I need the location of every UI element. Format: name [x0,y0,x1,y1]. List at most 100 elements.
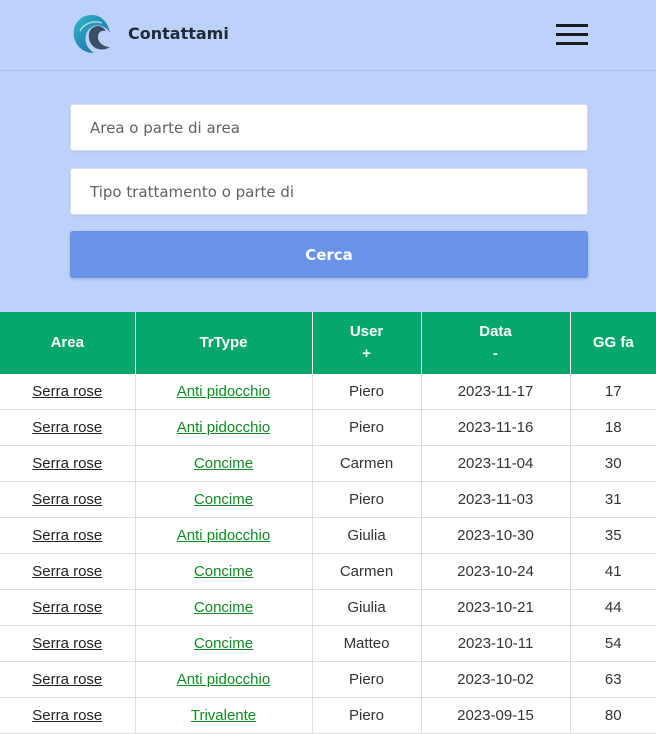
wave-logo-icon[interactable] [70,13,114,55]
cell-days-ago: 17 [570,374,656,410]
cell-days-ago: 30 [570,445,656,482]
cell-user: Carmen [312,553,422,590]
cell-area: Serra rose [0,625,136,662]
area-link[interactable]: Serra rose [32,671,102,688]
area-link[interactable]: Serra rose [32,599,102,616]
table-row: Serra rose Concime Matteo 2023-10-11 54 [0,625,656,662]
cell-area: Serra rose [0,374,136,410]
hamburger-menu-icon[interactable] [556,24,588,46]
cell-date: 2023-11-03 [421,481,571,518]
cell-area: Serra rose [0,409,136,446]
area-link[interactable]: Serra rose [32,383,102,400]
trtype-link[interactable]: Anti pidocchio [177,419,270,436]
cell-days-ago: 41 [570,553,656,590]
table-body: Serra rose Anti pidocchio Piero 2023-11-17 1… [0,374,656,734]
table-row: Serra rose Anti pidocchio Piero 2023-10-02 6… [0,661,656,698]
cell-date: 2023-11-04 [421,445,571,482]
area-link[interactable]: Serra rose [32,527,102,544]
cell-trtype: Concime [135,481,313,518]
cell-area: Serra rose [0,517,136,554]
column-header-ggfa[interactable]: GG fa [570,312,656,374]
treatments-table: Area TrType User + Data - GG fa Serra ro… [0,312,656,734]
table-row: Serra rose Anti pidocchio Piero 2023-11-17 1… [0,374,656,410]
cell-date: 2023-10-21 [421,589,571,626]
cell-days-ago: 80 [570,697,656,734]
cell-trtype: Concime [135,625,313,662]
cell-area: Serra rose [0,661,136,698]
table-row: Serra rose Anti pidocchio Piero 2023-11-16 1… [0,409,656,446]
brand-link[interactable]: Contattami [128,24,229,43]
cell-trtype: Trivalente [135,697,313,734]
column-header-trtype[interactable]: TrType [135,312,313,374]
trtype-link[interactable]: Anti pidocchio [177,383,270,400]
table-row: Serra rose Concime Carmen 2023-11-04 30 [0,445,656,482]
sort-indicator-user: + [362,345,371,362]
search-button[interactable]: Cerca [70,231,588,278]
cell-user: Piero [312,481,422,518]
cell-date: 2023-10-30 [421,517,571,554]
cell-days-ago: 63 [570,661,656,698]
trtype-link[interactable]: Trivalente [191,707,256,724]
area-link[interactable]: Serra rose [32,707,102,724]
hamburger-bar [556,42,588,45]
trtype-link[interactable]: Concime [194,563,253,580]
cell-trtype: Concime [135,589,313,626]
cell-area: Serra rose [0,589,136,626]
column-header-data-label: Data [479,323,512,340]
area-link[interactable]: Serra rose [32,635,102,652]
area-link[interactable]: Serra rose [32,455,102,472]
cell-date: 2023-10-11 [421,625,571,662]
sort-indicator-data: - [493,345,498,362]
area-link[interactable]: Serra rose [32,419,102,436]
cell-area: Serra rose [0,481,136,518]
column-header-user-label: User [349,323,384,340]
cell-user: Piero [312,697,422,734]
table-header-row: Area TrType User + Data - GG fa [0,312,656,374]
trtype-link[interactable]: Concime [194,599,253,616]
table-row: Serra rose Trivalente Piero 2023-09-15 80 [0,697,656,734]
hamburger-bar [556,24,588,27]
table-row: Serra rose Anti pidocchio Giulia 2023-10-30… [0,517,656,554]
cell-date: 2023-11-17 [421,374,571,410]
cell-trtype: Anti pidocchio [135,374,313,410]
table-row: Serra rose Concime Carmen 2023-10-24 41 [0,553,656,590]
trtype-link[interactable]: Concime [194,635,253,652]
cell-area: Serra rose [0,553,136,590]
hamburger-bar [556,33,588,36]
cell-user: Piero [312,409,422,446]
cell-date: 2023-10-02 [421,661,571,698]
cell-trtype: Anti pidocchio [135,517,313,554]
column-header-data[interactable]: Data - [421,312,571,374]
trtype-link[interactable]: Concime [194,491,253,508]
cell-user: Piero [312,661,422,698]
cell-date: 2023-10-24 [421,553,571,590]
top-navbar: Contattami [0,0,656,71]
area-link[interactable]: Serra rose [32,491,102,508]
cell-trtype: Concime [135,445,313,482]
cell-days-ago: 18 [570,409,656,446]
cell-days-ago: 54 [570,625,656,662]
column-header-user[interactable]: User + [312,312,422,374]
cell-days-ago: 31 [570,481,656,518]
cell-days-ago: 35 [570,517,656,554]
cell-user: Carmen [312,445,422,482]
cell-date: 2023-11-16 [421,409,571,446]
cell-user: Giulia [312,517,422,554]
area-link[interactable]: Serra rose [32,563,102,580]
table-row: Serra rose Concime Piero 2023-11-03 31 [0,481,656,518]
search-panel: Cerca [0,71,656,312]
cell-user: Matteo [312,625,422,662]
area-search-input[interactable] [70,104,588,151]
cell-trtype: Concime [135,553,313,590]
trtype-link[interactable]: Anti pidocchio [177,671,270,688]
trtype-link[interactable]: Anti pidocchio [177,527,270,544]
cell-user: Piero [312,374,422,410]
cell-trtype: Anti pidocchio [135,661,313,698]
treatment-type-search-input[interactable] [70,168,588,215]
column-header-area[interactable]: Area [0,312,136,374]
trtype-link[interactable]: Concime [194,455,253,472]
cell-area: Serra rose [0,697,136,734]
cell-area: Serra rose [0,445,136,482]
cell-trtype: Anti pidocchio [135,409,313,446]
cell-date: 2023-09-15 [421,697,571,734]
